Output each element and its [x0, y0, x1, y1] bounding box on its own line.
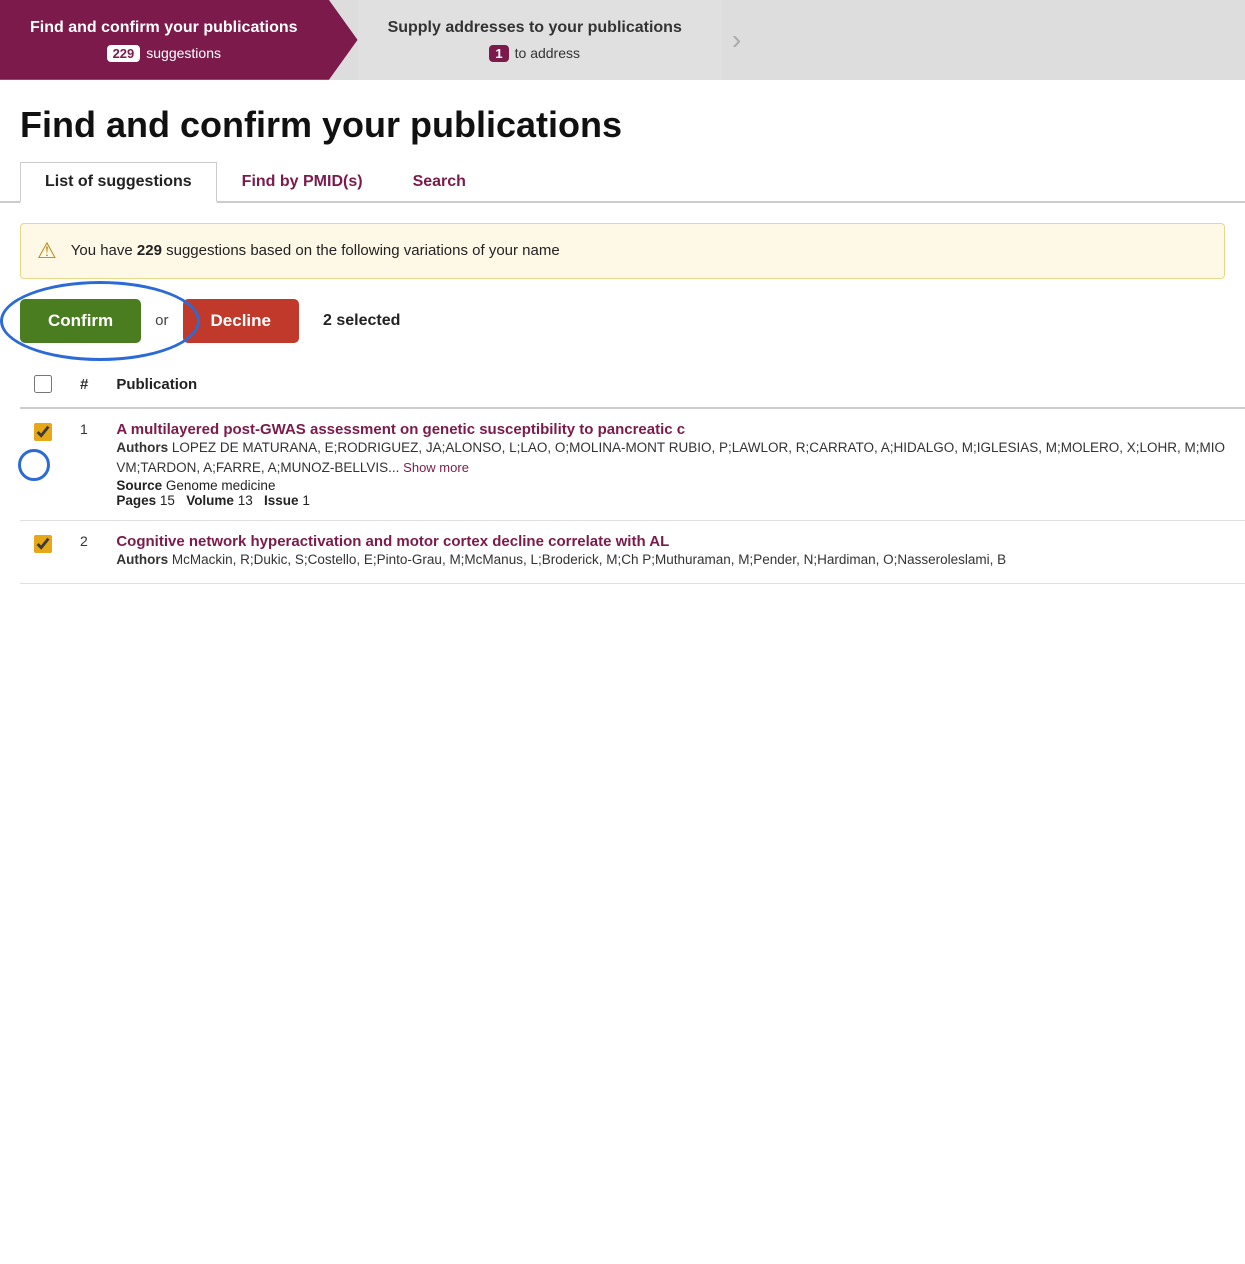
- row-1-authors-label: Authors: [116, 440, 168, 455]
- info-count: 229: [137, 242, 162, 259]
- row-2-authors: Authors McMackin, R;Dukic, S;Costello, E…: [116, 550, 1231, 570]
- row-2-title[interactable]: Cognitive network hyperactivation and mo…: [116, 533, 1231, 550]
- tabs: List of suggestions Find by PMID(s) Sear…: [0, 162, 1245, 203]
- row-1-publication: A multilayered post-GWAS assessment on g…: [102, 408, 1245, 521]
- or-text: or: [155, 312, 168, 329]
- col-header-num: #: [66, 363, 102, 408]
- warning-icon: ⚠: [37, 238, 57, 264]
- publications-table-wrapper: # Publication 1 A multilayered post-GWAS…: [0, 363, 1245, 604]
- row-1-source-value: Genome medicine: [166, 478, 276, 493]
- col-header-checkbox: [20, 363, 66, 408]
- row-1-checkbox[interactable]: [34, 423, 52, 441]
- row-2-authors-value: McMackin, R;Dukic, S;Costello, E;Pinto-G…: [172, 552, 1006, 567]
- info-prefix: You have: [71, 242, 137, 259]
- row-1-meta: Pages 15 Volume 13 Issue 1: [116, 493, 1231, 508]
- row-1-show-more[interactable]: Show more: [403, 460, 469, 475]
- table-row: 1 A multilayered post-GWAS assessment on…: [20, 408, 1245, 521]
- wizard-step-2-badge: 1: [489, 45, 508, 62]
- row-1-circle-highlight: [18, 449, 50, 481]
- row-1-checkbox-cell: [20, 408, 66, 521]
- tab-list-of-suggestions[interactable]: List of suggestions: [20, 162, 217, 203]
- row-1-authors: Authors LOPEZ DE MATURANA, E;RODRIGUEZ, …: [116, 438, 1231, 479]
- row-1-volume-value: 13: [238, 493, 253, 508]
- wizard-step-2[interactable]: Supply addresses to your publications 1 …: [358, 0, 722, 80]
- row-2-checkbox-cell: [20, 521, 66, 583]
- wizard-header: Find and confirm your publications 229 s…: [0, 0, 1245, 80]
- decline-button[interactable]: Decline: [183, 299, 299, 343]
- tab-find-by-pmid[interactable]: Find by PMID(s): [217, 162, 388, 201]
- row-1-authors-value: LOPEZ DE MATURANA, E;RODRIGUEZ, JA;ALONS…: [116, 440, 1225, 475]
- info-suffix: suggestions based on the following varia…: [162, 242, 560, 259]
- row-2-num: 2: [66, 521, 102, 583]
- row-1-issue-value: 1: [302, 493, 310, 508]
- wizard-step-1-title: Find and confirm your publications: [30, 18, 298, 39]
- row-2-authors-label: Authors: [116, 552, 168, 567]
- wizard-step-1[interactable]: Find and confirm your publications 229 s…: [0, 0, 358, 80]
- row-2-publication: Cognitive network hyperactivation and mo…: [102, 521, 1245, 583]
- wizard-step-2-title: Supply addresses to your publications: [388, 18, 682, 39]
- row-1-source-label: Source: [116, 478, 162, 493]
- row-2-checkbox[interactable]: [34, 535, 52, 553]
- row-1-title[interactable]: A multilayered post-GWAS assessment on g…: [116, 421, 1231, 438]
- wizard-step-1-badge-label: suggestions: [146, 45, 221, 61]
- row-1-pages-label: Pages: [116, 493, 156, 508]
- table-row: 2 Cognitive network hyperactivation and …: [20, 521, 1245, 583]
- selected-count: 2 selected: [323, 312, 400, 330]
- publications-table: # Publication 1 A multilayered post-GWAS…: [20, 363, 1245, 584]
- confirm-button[interactable]: Confirm: [20, 299, 141, 343]
- tab-search[interactable]: Search: [388, 162, 491, 201]
- row-1-issue-label: Issue: [264, 493, 299, 508]
- row-1-source: Source Genome medicine: [116, 478, 1231, 493]
- page-title: Find and confirm your publications: [0, 80, 1245, 162]
- info-text: You have 229 suggestions based on the fo…: [71, 240, 560, 263]
- col-header-publication: Publication: [102, 363, 1245, 408]
- select-all-checkbox[interactable]: [34, 375, 52, 393]
- actions-row: Confirm or Decline 2 selected: [0, 279, 1245, 363]
- wizard-step-1-badge: 229: [107, 45, 141, 62]
- row-1-volume-label: Volume: [186, 493, 234, 508]
- wizard-step-2-badge-label: to address: [515, 45, 580, 61]
- row-1-pages-value: 15: [160, 493, 175, 508]
- wizard-chevron: ›: [722, 0, 751, 80]
- info-box: ⚠ You have 229 suggestions based on the …: [20, 223, 1225, 279]
- row-1-num: 1: [66, 408, 102, 521]
